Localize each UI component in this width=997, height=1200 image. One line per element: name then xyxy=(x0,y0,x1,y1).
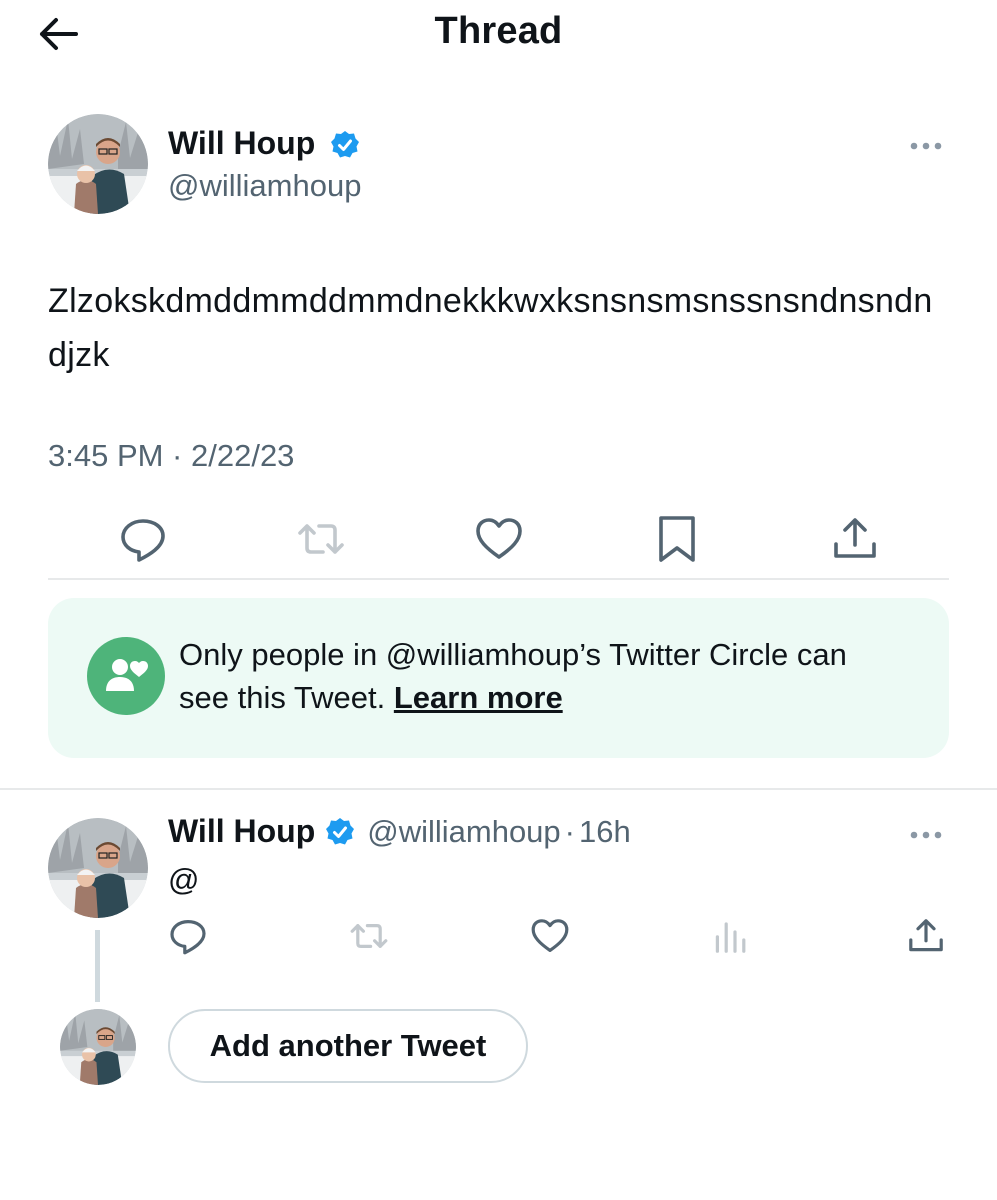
profile-photo xyxy=(48,114,148,214)
page-title: Thread xyxy=(434,10,563,52)
retweet-button[interactable] xyxy=(349,916,389,956)
reply-author-name[interactable]: Will Houp xyxy=(168,813,315,850)
reply-icon xyxy=(121,519,165,562)
reply-text: @ xyxy=(168,862,200,897)
more-options-icon[interactable] xyxy=(908,825,948,845)
analytics-icon xyxy=(715,922,746,953)
verified-badge-icon xyxy=(330,130,360,160)
twitter-circle-icon xyxy=(87,637,165,715)
avatar[interactable] xyxy=(48,114,148,214)
analytics-button[interactable] xyxy=(711,916,751,956)
tweet-text: Zlzokskdmddmmddmmdnekkkwxksnsnsmsnssnsnd… xyxy=(48,282,933,374)
reply-button[interactable] xyxy=(118,514,168,564)
share-button[interactable] xyxy=(830,514,880,564)
like-icon xyxy=(476,518,522,559)
tweet-timestamp[interactable]: 3:45 PM · 2/22/23 xyxy=(48,438,294,474)
author-name[interactable]: Will Houp xyxy=(168,125,315,162)
separator-dot: · xyxy=(564,813,575,849)
reply-age[interactable]: 16h xyxy=(579,814,631,850)
bookmark-icon xyxy=(659,516,695,562)
more-options-icon[interactable] xyxy=(908,136,948,156)
add-another-tweet-button[interactable]: Add another Tweet xyxy=(168,1009,528,1083)
verified-badge-icon xyxy=(325,817,355,847)
like-icon xyxy=(531,919,569,952)
reply-icon xyxy=(170,920,206,955)
share-icon xyxy=(834,518,876,558)
retweet-icon xyxy=(298,524,344,554)
like-button[interactable] xyxy=(474,514,524,564)
reply-author-handle[interactable]: @williamhoup xyxy=(367,814,560,850)
reply-button[interactable] xyxy=(168,916,208,956)
composer-avatar xyxy=(60,1009,136,1085)
profile-photo xyxy=(60,1009,136,1085)
like-button[interactable] xyxy=(530,916,570,956)
author-handle[interactable]: @williamhoup xyxy=(168,168,361,204)
retweet-icon xyxy=(350,924,388,948)
share-button[interactable] xyxy=(906,916,946,956)
reply-avatar[interactable] xyxy=(48,818,148,918)
divider xyxy=(48,578,949,580)
section-divider xyxy=(0,788,997,790)
retweet-button[interactable] xyxy=(296,514,346,564)
thread-connector-line xyxy=(95,930,100,1002)
circle-notice-text: Only people in @williamhoup’s Twitter Ci… xyxy=(179,633,899,719)
bookmark-button[interactable] xyxy=(652,514,702,564)
share-icon xyxy=(909,919,943,952)
reply-header: Will Houp @williamhoup · 16h xyxy=(168,813,631,850)
learn-more-link[interactable]: Learn more xyxy=(394,680,563,715)
profile-photo xyxy=(48,818,148,918)
